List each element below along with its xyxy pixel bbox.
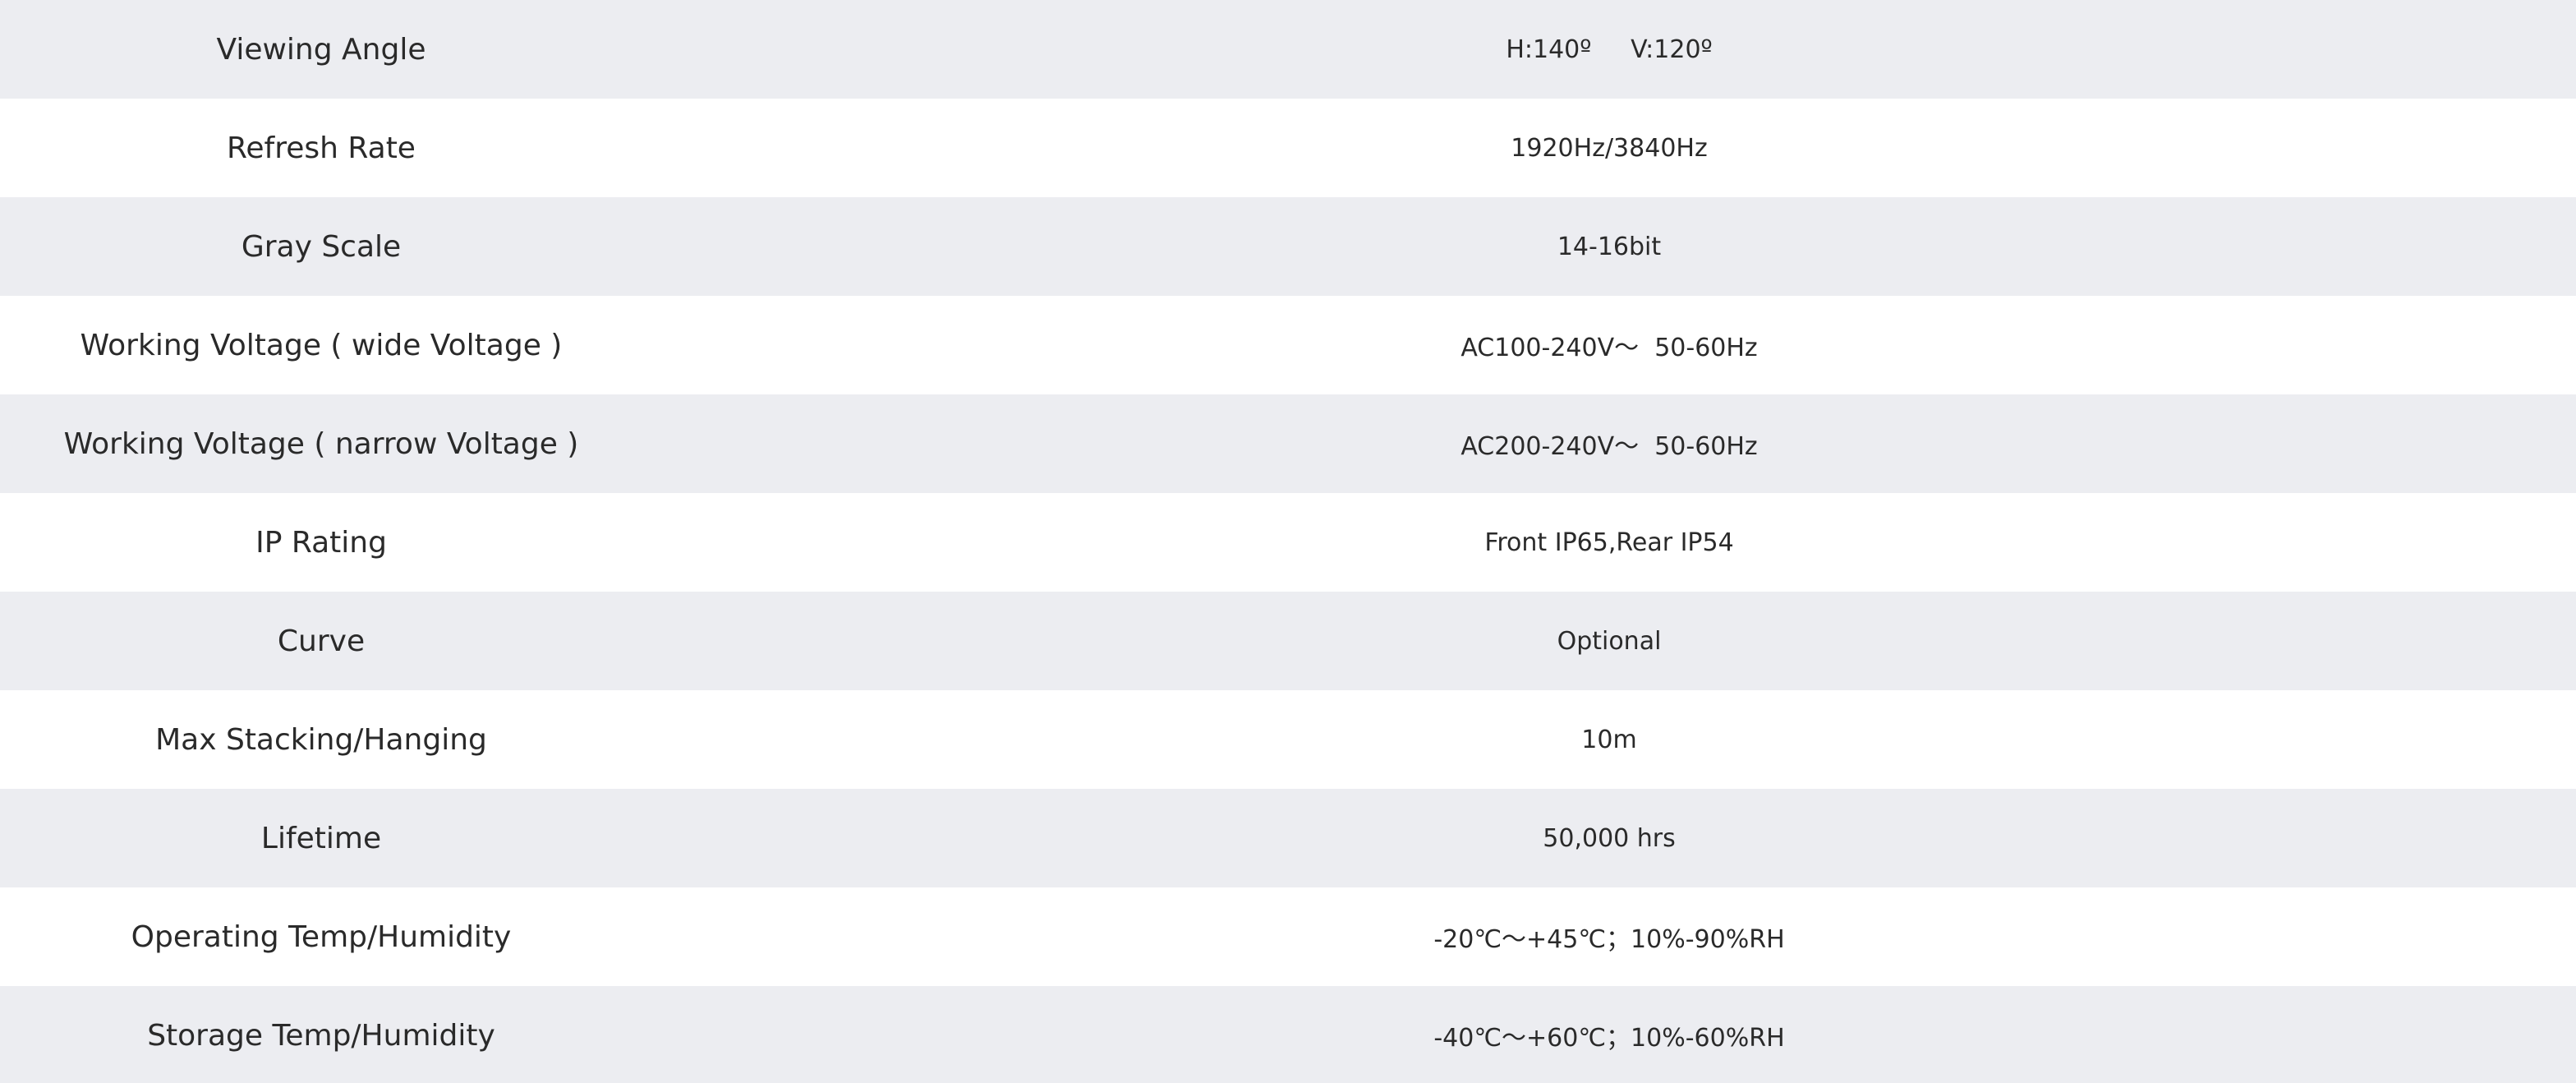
spec-value: AC100-240V～ 50-60Hz — [1460, 334, 1758, 362]
spec-label: Working Voltage ( wide Voltage ) — [80, 328, 563, 362]
spec-value: H:140º V:120º — [1506, 35, 1713, 64]
table-row: Curve Optional — [0, 592, 2576, 690]
table-row: Gray Scale 14-16bit — [0, 197, 2576, 296]
table-row: Viewing Angle H:140º V:120º — [0, 0, 2576, 99]
table-row: Storage Temp/Humidity -40℃～+60℃；10%-60%R… — [0, 986, 2576, 1083]
spec-value: 10m — [1581, 725, 1637, 754]
spec-label: Refresh Rate — [227, 131, 416, 165]
spec-label: Max Stacking/Hanging — [155, 722, 487, 757]
spec-label: Storage Temp/Humidity — [147, 1018, 495, 1053]
spec-value: AC200-240V～ 50-60Hz — [1460, 432, 1758, 461]
spec-value: 50,000 hrs — [1543, 823, 1676, 853]
table-row: Working Voltage ( wide Voltage ) AC100-2… — [0, 296, 2576, 394]
spec-table: Viewing Angle H:140º V:120º Refresh Rate… — [0, 0, 2576, 1083]
spec-label: IP Rating — [255, 525, 387, 560]
table-row: Refresh Rate 1920Hz/3840Hz — [0, 99, 2576, 197]
spec-value: -40℃～+60℃；10%-60%RH — [1433, 1024, 1785, 1053]
table-row: Max Stacking/Hanging 10m — [0, 690, 2576, 789]
spec-label: Operating Temp/Humidity — [131, 919, 512, 954]
spec-label: Gray Scale — [241, 229, 402, 264]
spec-value: Optional — [1557, 626, 1662, 656]
spec-label: Working Voltage ( narrow Voltage ) — [63, 426, 579, 461]
table-row: Operating Temp/Humidity -20℃～+45℃；10%-90… — [0, 887, 2576, 986]
spec-value: 14-16bit — [1557, 232, 1662, 261]
spec-label: Viewing Angle — [216, 32, 426, 67]
table-row: IP Rating Front IP65,Rear IP54 — [0, 493, 2576, 592]
spec-value: Front IP65,Rear IP54 — [1484, 528, 1734, 557]
table-row: Lifetime 50,000 hrs — [0, 789, 2576, 887]
spec-value: -20℃～+45℃；10%-90%RH — [1433, 925, 1785, 954]
table-row: Working Voltage ( narrow Voltage ) AC200… — [0, 394, 2576, 493]
spec-label: Curve — [277, 624, 366, 658]
spec-value: 1920Hz/3840Hz — [1511, 133, 1708, 163]
spec-label: Lifetime — [260, 821, 382, 855]
